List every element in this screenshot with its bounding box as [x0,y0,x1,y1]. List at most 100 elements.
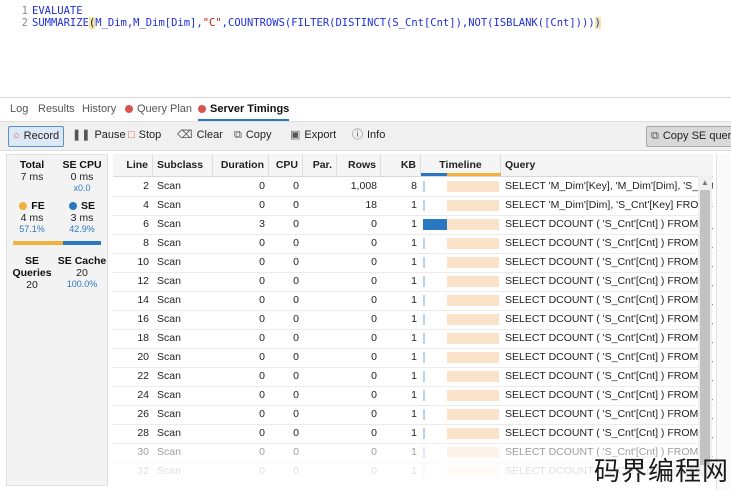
table-row[interactable]: 24 Scan 0 0 0 1 SELECT DCOUNT ( 'S_Cnt'[Cnt] )… [113,386,713,406]
copy-button[interactable]: ⧉ Copy [230,126,276,145]
record-button[interactable]: ○ Record [8,126,65,147]
cell-rows: 0 [371,351,377,363]
tab-label: Query Plan [137,103,193,115]
cell-kb: 1 [411,199,417,211]
table-row[interactable]: 12 Scan 0 0 0 1 SELECT DCOUNT ( 'S_Cnt'[Cnt] )… [113,272,713,292]
col-header-rows[interactable]: Rows [337,154,381,176]
table-row[interactable]: 18 Scan 0 0 0 1 SELECT DCOUNT ( 'S_Cnt'[Cnt] )… [113,329,713,349]
table-row[interactable]: 8 Scan 0 0 0 1 SELECT DCOUNT ( 'S_Cnt'[Cnt] ) … [113,234,713,254]
table-row[interactable]: 6 Scan 3 0 0 1 SELECT DCOUNT ( 'S_Cnt'[Cnt] ) … [113,215,713,235]
cell-kb: 1 [411,446,417,458]
col-header-subclass[interactable]: Subclass [153,154,213,176]
tab-query-plan[interactable]: Query Plan [125,103,192,119]
cell-rows: 0 [371,465,377,477]
scrollbar-thumb[interactable] [700,190,710,465]
tab-server-timings[interactable]: Server Timings [198,103,290,121]
stat-label: SE Queries [12,255,52,279]
cell-cpu: 0 [293,446,299,458]
code-string: "C" [202,17,222,29]
cell-rows: 18 [365,199,377,211]
stat-label: SE [57,200,107,212]
copy-icon: ⧉ [234,129,242,141]
timeline-fe-segment [447,257,499,268]
cell-par [303,291,337,310]
copy-icon: ⧉ [651,130,659,142]
timeline-fe-segment [447,295,499,306]
button-label: Copy [245,129,272,141]
cell-line: 16 [137,313,149,325]
table-row[interactable]: 4 Scan 0 0 18 1 SELECT 'M_Dim'[Dim], 'S_Cnt'[K… [113,196,713,216]
button-label: Copy SE query [662,130,731,142]
table-row[interactable]: 14 Scan 0 0 0 1 SELECT DCOUNT ( 'S_Cnt'[Cnt] )… [113,291,713,311]
export-button[interactable]: ▣ Export [286,126,340,145]
col-header-kb[interactable]: KB [381,154,421,176]
col-header-timeline[interactable]: Timeline [421,154,501,176]
tab-history[interactable]: History [82,103,116,119]
table-row[interactable]: 2 Scan 0 0 1,008 8 SELECT 'M_Dim'[Key], 'M_Dim… [113,177,713,197]
cell-duration: 0 [259,370,265,382]
cell-query: SELECT DCOUNT ( 'S_Cnt'[Cnt] ) FROM 'S_C [505,427,713,439]
cell-rows: 0 [371,427,377,439]
tab-results[interactable]: Results [38,103,75,119]
se-dot-icon [68,202,77,210]
cell-par [303,215,337,234]
cell-subclass: Scan [157,332,181,344]
record-icon: ○ [13,130,20,142]
stat-label-text: SE [80,200,95,212]
col-header-line[interactable]: Line [113,154,153,176]
cell-subclass: Scan [157,275,181,287]
cell-cpu: 0 [293,180,299,192]
copy-se-query-button[interactable]: ⧉ Copy SE query [646,126,731,147]
table-row[interactable]: 20 Scan 0 0 0 1 SELECT DCOUNT ( 'S_Cnt'[Cnt] )… [113,348,713,368]
cell-duration: 0 [259,256,265,268]
timeline-fe-segment [447,314,499,325]
tab-log[interactable]: Log [10,103,28,119]
col-header-duration[interactable]: Duration [213,154,269,176]
table-row[interactable]: 26 Scan 0 0 0 1 SELECT DCOUNT ( 'S_Cnt'[Cnt] )… [113,405,713,425]
save-icon: ▣ [290,129,301,141]
info-button[interactable]: ⓘ Info [348,126,389,145]
cell-subclass: Scan [157,389,181,401]
cell-par [303,462,337,481]
cell-rows: 0 [371,294,377,306]
fe-ratio-fill [13,241,64,245]
pause-button[interactable]: ❚❚ Pause [68,126,130,145]
grid-vertical-scrollbar[interactable]: ▲ [698,176,712,476]
timeline-fe-segment [447,276,499,287]
cell-par [303,386,337,405]
cell-kb: 1 [411,351,417,363]
table-row[interactable]: 16 Scan 0 0 0 1 SELECT DCOUNT ( 'S_Cnt'[Cnt] )… [113,310,713,330]
info-icon: ⓘ [352,129,363,141]
cell-cpu: 0 [293,256,299,268]
table-row[interactable]: 28 Scan 0 0 0 1 SELECT DCOUNT ( 'S_Cnt'[Cnt] )… [113,424,713,444]
col-header-cpu[interactable]: CPU [269,154,303,176]
stop-button[interactable]: □ Stop [124,126,165,145]
fe-stat: FE 4 ms 57.1% [7,200,57,234]
col-header-par[interactable]: Par. [303,154,337,176]
timeline-se-bar [423,238,425,249]
cell-query: SELECT DCOUNT ( 'S_Cnt'[Cnt] ) FROM 'S_C [505,408,713,420]
table-row[interactable]: 10 Scan 0 0 0 1 SELECT DCOUNT ( 'S_Cnt'[Cnt] )… [113,253,713,273]
cell-query: SELECT DCOUNT ( 'S_Cnt'[Cnt] ) FROM 'S_C [505,389,713,401]
query-editor[interactable]: 1 EVALUATE 2 SUMMARIZE(M_Dim,M_Dim[Dim],"C… [0,0,731,98]
cell-rows: 0 [371,332,377,344]
cell-duration: 0 [259,351,265,363]
scroll-up-icon[interactable]: ▲ [701,178,709,187]
cell-line: 18 [137,332,149,344]
stat-value: 0 ms [70,171,94,183]
cell-kb: 1 [411,313,417,325]
cell-query: SELECT DCOUNT ( 'S_Cnt'[Cnt] ) FROM 'S_C [505,294,713,306]
cell-line: 8 [143,237,149,249]
cell-line: 24 [137,389,149,401]
cell-kb: 1 [411,294,417,306]
table-row[interactable]: 22 Scan 0 0 0 1 SELECT DCOUNT ( 'S_Cnt'[Cnt] )… [113,367,713,387]
timeline-fe-segment [447,447,499,458]
stat-label: Total [19,159,45,171]
cell-cpu: 0 [293,237,299,249]
fe-dot-icon [19,202,28,210]
clear-button[interactable]: ⌫ Clear [173,126,227,145]
cell-subclass: Scan [157,199,181,211]
col-header-query[interactable]: Query [501,154,713,176]
line-number: 2 [21,17,28,29]
timeline-se-bar [423,181,425,192]
